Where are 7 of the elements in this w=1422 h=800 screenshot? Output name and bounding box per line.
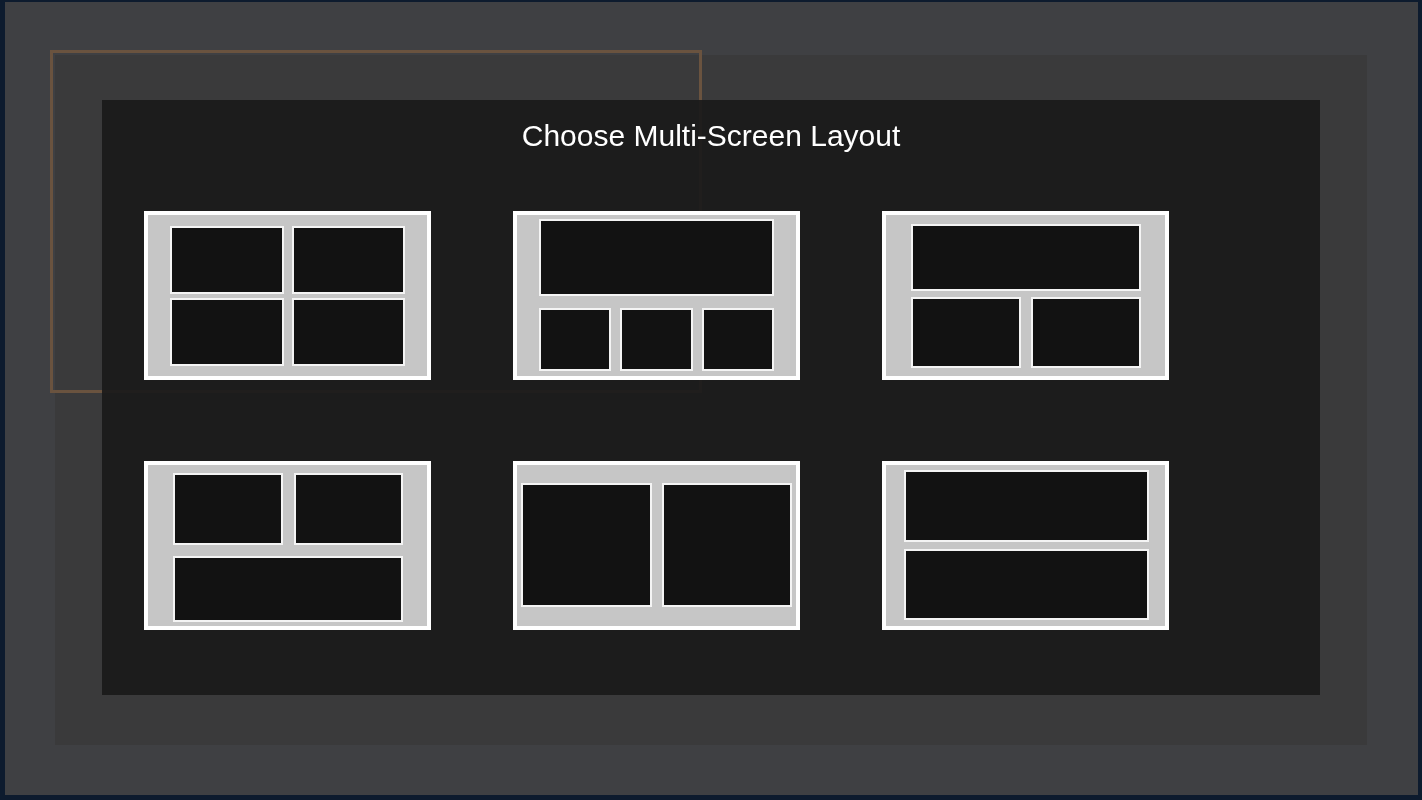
layout-option[interactable] <box>144 461 431 630</box>
layout-option[interactable] <box>513 461 800 630</box>
layout-option[interactable] <box>144 211 431 380</box>
layout-option[interactable] <box>882 461 1169 630</box>
layout-option[interactable] <box>513 211 800 380</box>
dialog-title: Choose Multi-Screen Layout <box>521 118 901 154</box>
layout-option[interactable] <box>882 211 1169 380</box>
